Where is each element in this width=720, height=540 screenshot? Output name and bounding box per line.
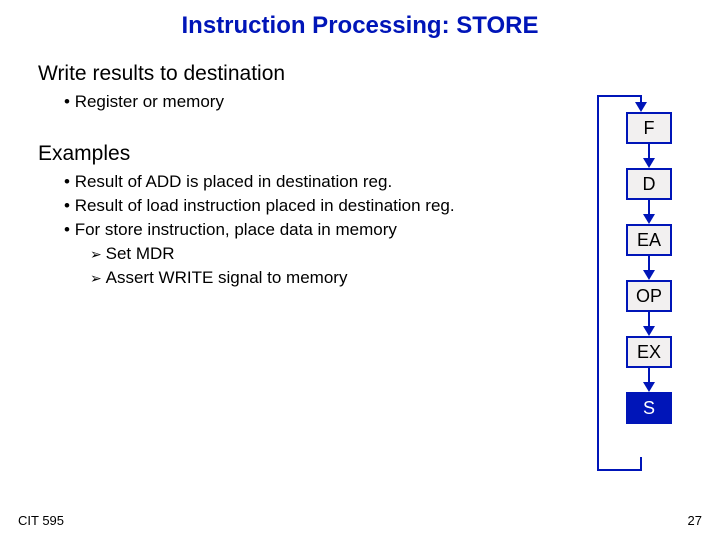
footer-course: CIT 595 (18, 513, 64, 528)
bullet-item: Result of ADD is placed in destination r… (64, 172, 578, 192)
arrow-down-icon (643, 326, 655, 336)
section-heading: Write results to destination (38, 62, 578, 86)
stage-box-d: D (626, 168, 672, 200)
stage-box-ea: EA (626, 224, 672, 256)
bullet-item: Register or memory (64, 92, 578, 112)
arrow-down-icon (643, 214, 655, 224)
stage-box-ex: EX (626, 336, 672, 368)
arrow-down-icon (643, 382, 655, 392)
slide-body: Write results to destination Register or… (38, 58, 578, 292)
slide-title: Instruction Processing: STORE (0, 0, 720, 40)
pipeline-flow: F D EA OP EX S (618, 112, 680, 424)
bullet-item: Result of load instruction placed in des… (64, 196, 578, 216)
subbullet-item: Assert WRITE signal to memory (90, 268, 578, 288)
bullet-item: For store instruction, place data in mem… (64, 220, 578, 240)
stage-box-s: S (626, 392, 672, 424)
subbullet-item: Set MDR (90, 244, 578, 264)
footer-page-number: 27 (688, 513, 702, 528)
section-heading: Examples (38, 142, 578, 166)
stage-box-f: F (626, 112, 672, 144)
stage-box-op: OP (626, 280, 672, 312)
arrow-down-icon (643, 158, 655, 168)
arrow-down-icon (643, 270, 655, 280)
